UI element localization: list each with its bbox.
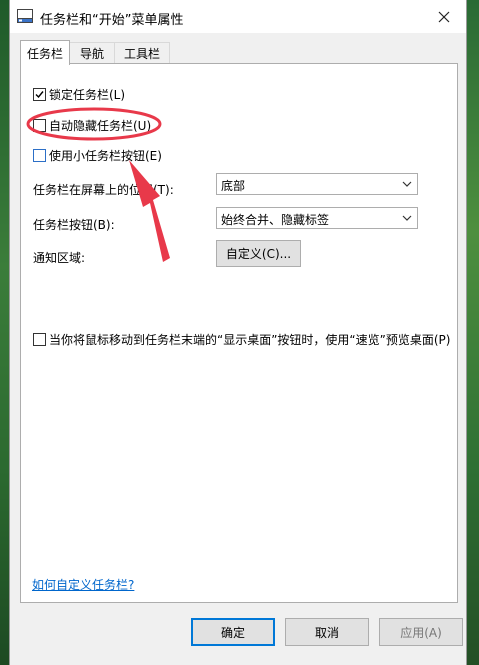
peek-checkbox[interactable] xyxy=(33,333,46,346)
taskbar-buttons-dropdown[interactable]: 始终合并、隐藏标签 xyxy=(216,207,418,229)
small-buttons-checkbox[interactable] xyxy=(33,149,46,162)
window-title: 任务栏和“开始”菜单属性 xyxy=(40,13,184,28)
customize-notification-button[interactable]: 自定义(C)... xyxy=(216,240,301,267)
auto-hide-checkbox[interactable] xyxy=(33,119,46,132)
lock-taskbar-checkbox[interactable] xyxy=(33,88,46,101)
small-buttons-label: 使用小任务栏按钮(E) xyxy=(49,149,162,163)
properties-dialog: 任务栏和“开始”菜单属性 任务栏 导航 工具栏 锁定任务栏(L) 自动隐藏任务栏… xyxy=(9,0,467,665)
chevron-down-icon xyxy=(402,215,412,221)
location-label: 任务栏在屏幕上的位置(T): xyxy=(33,183,174,197)
tab-navigation[interactable]: 导航 xyxy=(69,42,115,63)
cancel-button[interactable]: 取消 xyxy=(285,618,369,646)
tab-taskbar[interactable]: 任务栏 xyxy=(20,40,70,65)
checkmark-icon xyxy=(35,91,44,99)
taskbar-tab-panel: 锁定任务栏(L) 自动隐藏任务栏(U) 使用小任务栏按钮(E) 任务栏在屏幕上的… xyxy=(20,63,458,603)
help-link[interactable]: 如何自定义任务栏? xyxy=(32,576,134,593)
location-dropdown[interactable]: 底部 xyxy=(216,173,418,195)
close-icon xyxy=(438,11,450,22)
chevron-down-icon xyxy=(402,181,412,187)
notification-area-label: 通知区域: xyxy=(33,251,86,265)
title-bar: 任务栏和“开始”菜单属性 xyxy=(10,0,466,33)
ok-button[interactable]: 确定 xyxy=(191,618,275,646)
tab-toolbars[interactable]: 工具栏 xyxy=(114,42,170,63)
close-button[interactable] xyxy=(422,0,466,33)
apply-button[interactable]: 应用(A) xyxy=(379,618,463,646)
taskbar-buttons-label: 任务栏按钮(B): xyxy=(33,218,115,232)
lock-taskbar-label: 锁定任务栏(L) xyxy=(49,88,126,102)
wallpaper-right-edge xyxy=(465,0,479,665)
taskbar-app-icon xyxy=(17,8,33,24)
location-value: 底部 xyxy=(221,179,246,193)
taskbar-buttons-value: 始终合并、隐藏标签 xyxy=(221,213,330,227)
auto-hide-label: 自动隐藏任务栏(U) xyxy=(49,119,152,133)
peek-label: 当你将鼠标移动到任务栏末端的“显示桌面”按钮时，使用“速览”预览桌面(P) xyxy=(49,333,451,347)
